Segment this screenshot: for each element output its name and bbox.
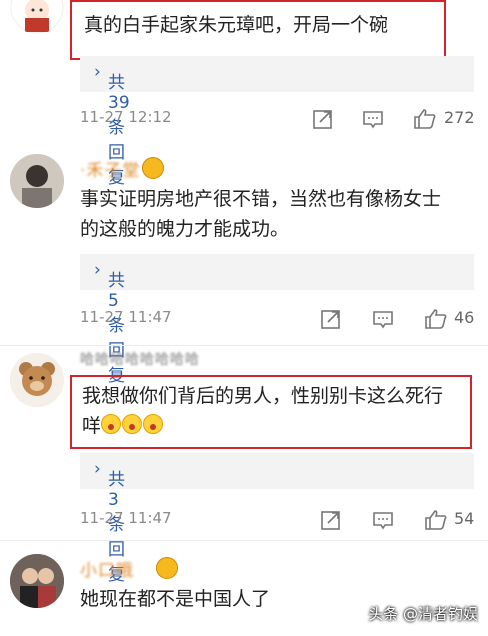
like-count: 54 xyxy=(454,509,475,528)
username[interactable]: 哈哈哈哈哈哈哈哈 xyxy=(80,349,200,369)
photo-avatar-icon xyxy=(10,554,64,608)
like-count: 46 xyxy=(454,308,475,327)
comment-icon[interactable] xyxy=(362,108,384,130)
replies-link[interactable]: 共39条回复 › xyxy=(80,56,474,188)
comment-3: 哈哈哈哈哈哈哈哈 我想做你们背后的男人，性别别卡这么死行 咩 共3条回复 › 1… xyxy=(0,345,488,585)
highlight-box xyxy=(70,375,472,449)
username[interactable]: ·禾子堂 xyxy=(80,156,140,181)
avatar[interactable] xyxy=(10,353,64,407)
timestamp: 11-27 11:47 xyxy=(80,308,172,326)
vip-badge-icon xyxy=(142,157,164,179)
avatar[interactable] xyxy=(10,154,64,208)
thumbs-up-icon[interactable] xyxy=(413,108,437,130)
cartoon-avatar-icon xyxy=(10,0,64,34)
avatar[interactable] xyxy=(10,0,64,34)
thumbs-up-icon[interactable] xyxy=(424,509,448,531)
avatar[interactable] xyxy=(10,554,64,608)
comment-2: ·禾子堂 事实证明房地产很不错，当然也有像杨女士 的这般的魄力才能成功。 共5条… xyxy=(0,140,488,386)
photo-avatar-icon xyxy=(10,154,64,208)
comment-text: 她现在都不是中国人了 xyxy=(80,588,271,610)
comment-meta: 11-27 12:12 272 xyxy=(80,108,475,132)
comment-icon[interactable] xyxy=(372,509,394,531)
share-icon[interactable] xyxy=(312,108,334,130)
timestamp: 11-27 12:12 xyxy=(80,108,172,126)
vip-badge-icon xyxy=(156,557,178,579)
like-count: 272 xyxy=(444,108,475,127)
highlight-box xyxy=(70,0,446,60)
comment-text-line-2: 的这般的魄力才能成功。 xyxy=(80,218,290,240)
timestamp: 11-27 11:47 xyxy=(80,509,172,527)
comment-meta: 11-27 11:47 54 xyxy=(80,509,474,533)
watermark: 头条 @清者钓娱 xyxy=(368,605,478,623)
teddy-bear-avatar-icon xyxy=(10,353,64,407)
replies-link[interactable]: 共3条回复 › xyxy=(80,453,474,585)
comment-icon[interactable] xyxy=(372,308,394,330)
comment-1: 真的白手起家朱元璋吧，开局一个碗 共39条回复 › 11-27 12:12 27… xyxy=(0,0,488,188)
share-icon[interactable] xyxy=(320,509,342,531)
replies-link[interactable]: 共5条回复 › xyxy=(80,254,474,386)
share-icon[interactable] xyxy=(320,308,342,330)
thumbs-up-icon[interactable] xyxy=(424,308,448,330)
username[interactable]: 小口哦 xyxy=(80,556,134,581)
comment-text-line-1: 事实证明房地产很不错，当然也有像杨女士 xyxy=(80,188,442,210)
comment-meta: 11-27 11:47 46 xyxy=(80,308,474,332)
